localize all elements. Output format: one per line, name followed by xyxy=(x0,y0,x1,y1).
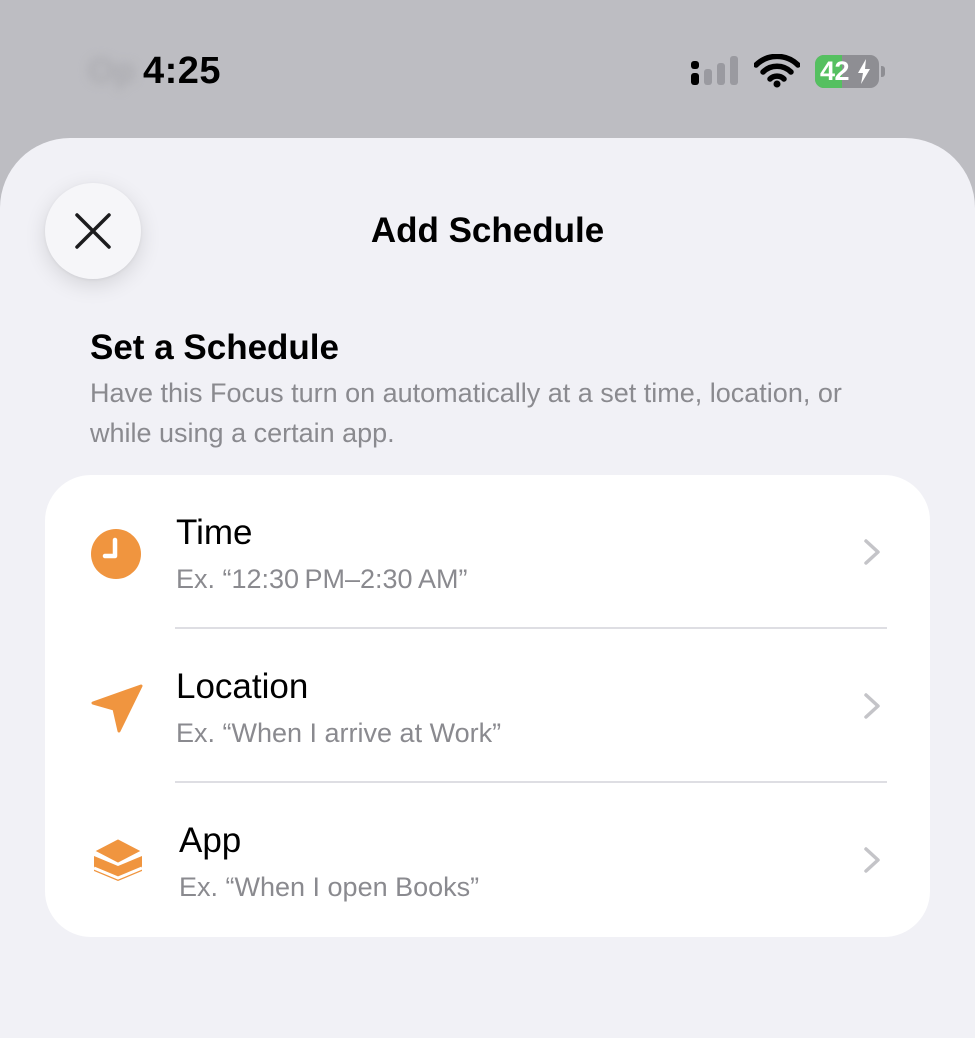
option-time-label: Time xyxy=(176,513,253,552)
option-app[interactable]: App Ex. “When I open Books” xyxy=(45,783,930,937)
clock-icon xyxy=(91,529,141,579)
schedule-options-card: Time Ex. “12:30 PM–2:30 AM” Location Ex.… xyxy=(45,475,930,937)
battery-percent: 42 xyxy=(820,56,850,86)
status-bar: Op 4:25 42 xyxy=(0,0,975,140)
chevron-right-icon xyxy=(864,539,880,565)
app-stack-icon xyxy=(91,836,145,881)
section-description: Have this Focus turn on automatically at… xyxy=(90,378,842,448)
option-time-example: Ex. “12:30 PM–2:30 AM” xyxy=(176,564,468,594)
chevron-right-icon xyxy=(864,847,880,873)
option-location[interactable]: Location Ex. “When I arrive at Work” xyxy=(45,629,930,783)
add-schedule-sheet: Add Schedule Set a Schedule Have this Fo… xyxy=(0,138,975,1038)
option-location-example: Ex. “When I arrive at Work” xyxy=(176,718,502,748)
location-arrow-icon xyxy=(91,684,143,733)
option-app-example: Ex. “When I open Books” xyxy=(179,872,480,902)
battery-icon: 42 xyxy=(815,55,885,88)
charging-bolt-icon xyxy=(858,59,870,84)
sheet-title: Add Schedule xyxy=(370,211,605,250)
option-app-label: App xyxy=(179,821,242,860)
signal-icon xyxy=(691,56,738,85)
section-title: Set a Schedule xyxy=(90,328,339,367)
carrier-label: Op xyxy=(88,52,136,90)
option-location-label: Location xyxy=(176,667,309,706)
wifi-icon xyxy=(754,54,800,88)
option-time[interactable]: Time Ex. “12:30 PM–2:30 AM” xyxy=(45,475,930,629)
chevron-right-icon xyxy=(864,693,880,719)
status-time: 4:25 xyxy=(143,50,222,92)
